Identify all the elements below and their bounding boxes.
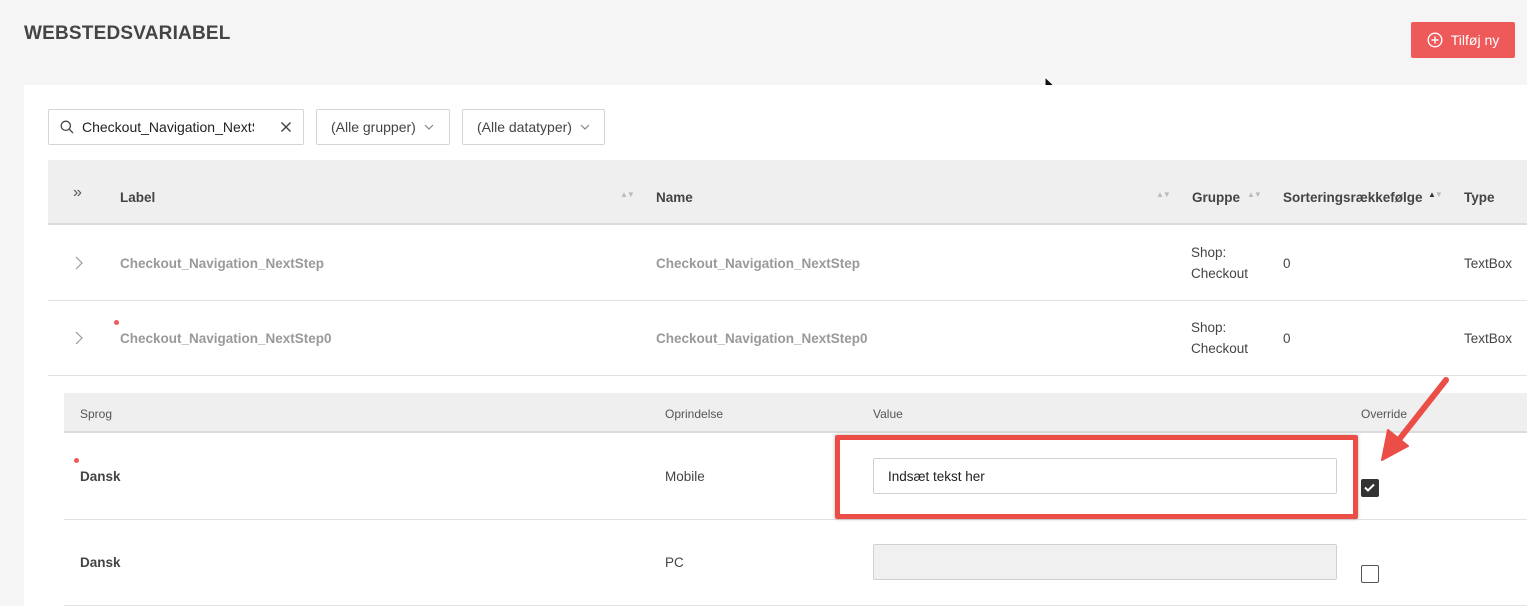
row-name: Checkout_Navigation_NextStep0 <box>656 331 868 346</box>
subtable-header-origin: Oprindelse <box>665 407 724 421</box>
clear-icon[interactable] <box>280 121 292 133</box>
subtable-row: Dansk PC <box>64 520 1527 606</box>
column-header-group[interactable]: Gruppe <box>1192 190 1240 205</box>
language-cell: Dansk <box>80 555 121 570</box>
column-header-label[interactable]: Label <box>120 190 155 205</box>
checkmark-icon <box>1364 483 1375 492</box>
language-cell: Dansk <box>80 469 121 484</box>
table-row[interactable]: Checkout_Navigation_NextStep0 Checkout_N… <box>48 301 1527 376</box>
value-input[interactable] <box>873 544 1337 580</box>
row-sort: 0 <box>1283 331 1291 346</box>
modified-indicator <box>74 458 79 463</box>
sort-icon[interactable]: ▲▼ <box>1156 190 1171 199</box>
plus-circle-icon <box>1427 32 1443 48</box>
table-row[interactable]: Checkout_Navigation_NextStep Checkout_Na… <box>48 226 1527 301</box>
override-checkbox[interactable] <box>1361 479 1379 497</box>
chevron-down-icon <box>580 124 590 130</box>
override-checkbox[interactable] <box>1361 565 1379 583</box>
search-box[interactable] <box>48 109 304 145</box>
datatype-dropdown-value: (Alle datatyper) <box>477 119 572 135</box>
column-header-sort-order[interactable]: Sorteringsrækkefølge <box>1283 190 1423 205</box>
subtable-header-language: Sprog <box>80 407 113 421</box>
add-new-label: Tilføj ny <box>1450 32 1500 48</box>
row-label: Checkout_Navigation_NextStep0 <box>120 331 332 346</box>
expand-all-icon[interactable]: » <box>73 184 82 202</box>
table-header: » Label ▲▼ Name ▲▼ Gruppe ▲▼ Sorteringsr… <box>48 160 1527 225</box>
group-dropdown-value: (Alle grupper) <box>331 119 416 135</box>
row-label: Checkout_Navigation_NextStep <box>120 256 325 271</box>
chevron-right-icon[interactable] <box>75 331 83 345</box>
datatype-dropdown[interactable]: (Alle datatyper) <box>462 109 605 145</box>
row-group: Shop: Checkout <box>1191 245 1249 281</box>
sort-icon[interactable]: ▲▼ <box>620 190 635 199</box>
origin-cell: Mobile <box>665 469 705 484</box>
row-type: TextBox <box>1464 256 1513 271</box>
origin-cell: PC <box>665 555 684 570</box>
row-group: Shop: Checkout <box>1191 320 1249 356</box>
subtable-header-value: Value <box>873 407 903 421</box>
chevron-right-icon[interactable] <box>75 256 83 270</box>
add-new-button[interactable]: Tilføj ny <box>1411 22 1515 58</box>
row-type: TextBox <box>1464 331 1513 346</box>
row-sort: 0 <box>1283 256 1291 271</box>
page-title: WEBSTEDSVARIABEL <box>24 23 231 44</box>
column-header-type[interactable]: Type <box>1464 190 1495 205</box>
chevron-down-icon <box>424 124 434 130</box>
arrow-annotation-icon <box>1381 377 1449 461</box>
group-dropdown[interactable]: (Alle grupper) <box>316 109 450 145</box>
subtable-header: Sprog Oprindelse Value Override <box>64 393 1527 433</box>
sort-asc-icon[interactable]: ▲▼ <box>1428 190 1443 199</box>
column-header-name[interactable]: Name <box>656 190 693 205</box>
search-icon <box>60 120 74 134</box>
modified-indicator <box>114 320 119 325</box>
search-input[interactable] <box>82 119 254 135</box>
sort-icon[interactable]: ▲▼ <box>1247 190 1262 199</box>
highlight-box <box>835 435 1358 519</box>
row-name: Checkout_Navigation_NextStep <box>656 256 861 271</box>
